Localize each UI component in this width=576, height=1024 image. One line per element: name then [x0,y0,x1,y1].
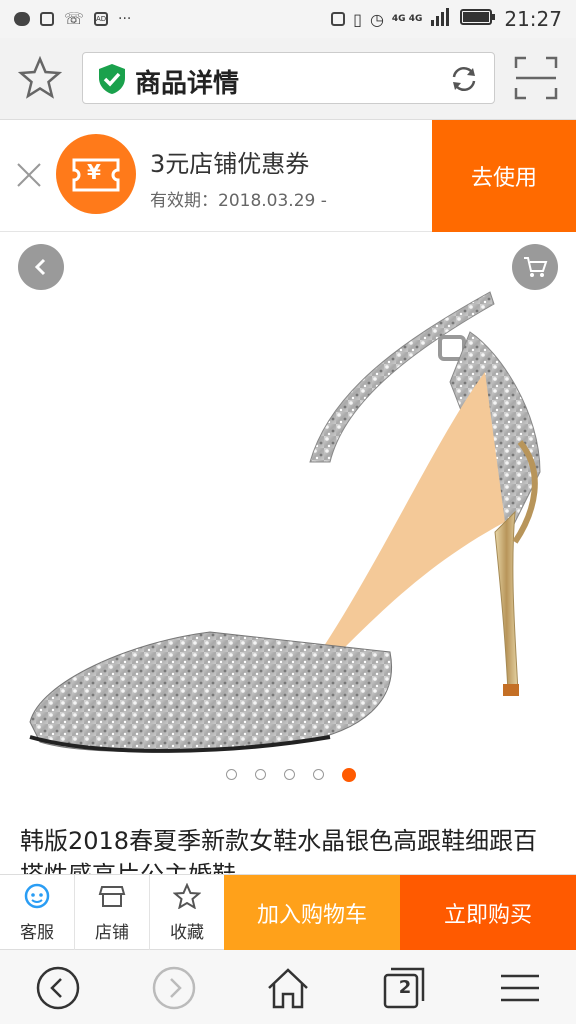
carousel-dot-active[interactable] [342,768,356,782]
browser-toolbar: 商品详情 [0,38,576,120]
secure-shield-icon [97,63,127,99]
missed-call-icon: ☏ [64,9,85,28]
location-icon [331,12,346,26]
cart-icon[interactable] [512,244,558,290]
tab-count: 2 [398,977,412,998]
use-coupon-button[interactable]: 去使用 [432,120,576,232]
buy-now-button[interactable]: 立即购买 [400,875,576,951]
purchase-action-bar: 客服 店铺 收藏 加入购物车 立即购买 [0,874,576,951]
favorite-button[interactable]: 收藏 [150,875,225,951]
refresh-icon[interactable] [448,63,480,99]
coupon-icon: ¥ [56,134,136,214]
customer-service-label: 客服 [20,923,54,943]
more-notifications-icon: ··· [118,10,132,27]
clock: 21:27 [504,7,562,31]
signal-icon [430,7,452,31]
battery-icon [460,8,496,31]
product-image-gallery[interactable] [0,232,576,807]
store-icon [98,883,126,914]
product-image [29,291,541,753]
product-title: 韩版2018春夏季新款女鞋水晶银色高跟鞋细跟百搭性感高片公主婚鞋 [20,827,538,876]
alarm-icon: ◷ [369,9,384,29]
vibrate-icon: ▯ [353,9,362,29]
carousel-dot[interactable] [255,769,266,780]
ad-notification-icon: AD [94,11,109,26]
customer-service-button[interactable]: 客服 [0,875,75,951]
carousel-indicator [0,768,576,782]
carousel-dot[interactable] [226,769,237,780]
customer-service-icon [23,883,51,914]
status-bar: ☏ AD ··· ▯ ◷ 4G 4G 21:27 [0,0,576,38]
star-icon [172,882,202,914]
carousel-dot[interactable] [284,769,295,780]
forward-icon[interactable] [150,964,198,1012]
network-indicator: 4G 4G [391,14,423,24]
bookmark-star-icon[interactable] [17,55,63,104]
home-icon[interactable] [264,964,312,1012]
add-to-cart-button[interactable]: 加入购物车 [224,875,400,951]
image-notification-icon [40,11,54,26]
address-bar[interactable]: 商品详情 [82,52,495,104]
coupon-title: 3元店铺优惠券 [150,150,310,178]
store-label: 店铺 [95,923,129,943]
browser-bottom-nav: 2 [0,950,576,1024]
back-arrow-button[interactable] [18,244,64,290]
scan-icon[interactable] [514,56,558,104]
favorite-label: 收藏 [170,923,204,943]
store-button[interactable]: 店铺 [75,875,150,951]
close-icon[interactable] [14,160,44,194]
back-icon[interactable] [34,964,82,1012]
page-title: 商品详情 [135,69,240,99]
coupon-currency-symbol: ¥ [87,160,101,184]
coupon-banner: ¥ 3元店铺优惠券 有效期：2018.03.29 - 去使用 [0,120,576,232]
tabs-icon[interactable]: 2 [380,964,428,1012]
coupon-validity: 有效期：2018.03.29 - [150,191,327,211]
chat-notification-icon [14,11,30,26]
carousel-dot[interactable] [313,769,324,780]
menu-icon[interactable] [496,964,544,1012]
